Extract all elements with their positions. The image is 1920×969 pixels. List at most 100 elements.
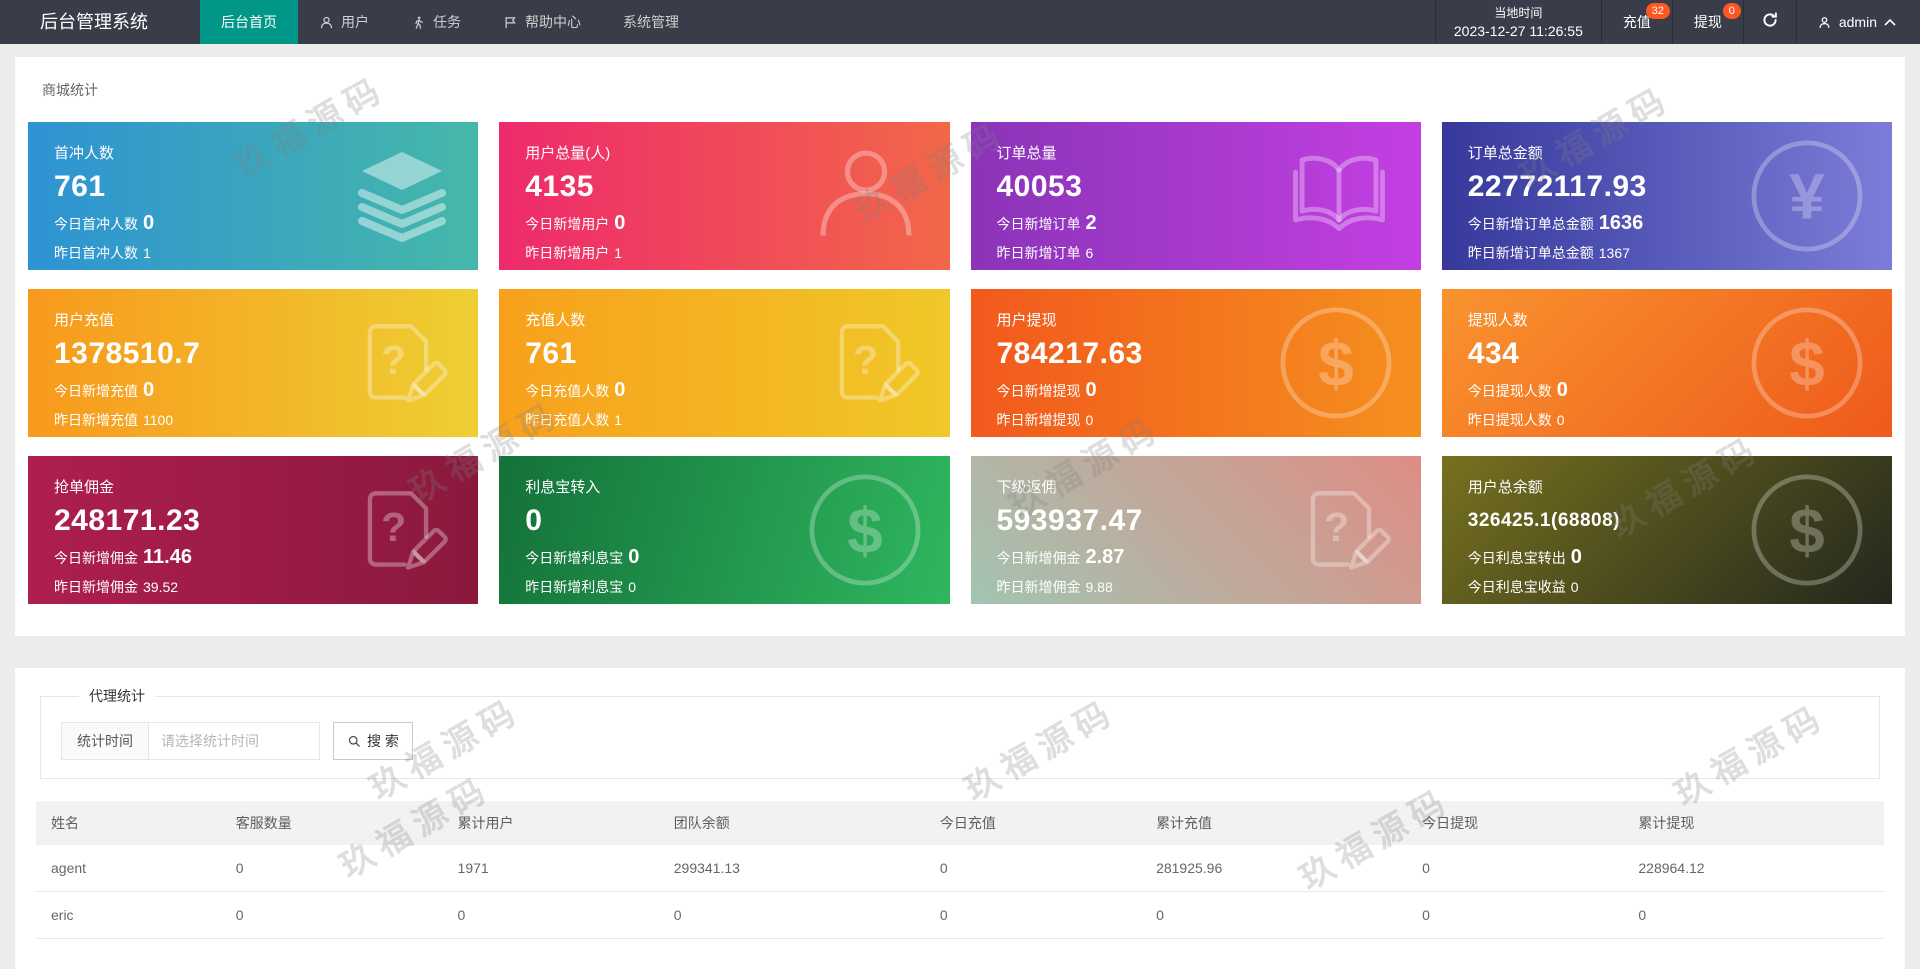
dollar-icon: $ (1748, 304, 1866, 422)
table-cell: 0 (221, 892, 443, 939)
stat-card: 用户提现784217.63今日新增提现0昨日新增提现0$ (971, 289, 1421, 437)
table-cell: 0 (1141, 892, 1407, 939)
local-time-label: 当地时间 (1454, 5, 1583, 22)
nav-item-label: 任务 (433, 12, 461, 32)
nav-action-0[interactable]: 充值32 (1601, 0, 1672, 44)
table-cell: 0 (221, 845, 443, 892)
yen-icon: ¥ (1748, 137, 1866, 255)
card-yesterday-value: 1 (614, 245, 622, 261)
stat-card: 利息宝转入0今日新增利息宝0昨日新增利息宝0$ (499, 456, 949, 604)
table-cell: 0 (1407, 892, 1623, 939)
nav-item-1[interactable]: 用户 (298, 0, 390, 44)
chevron-up-icon (1884, 18, 1896, 26)
agent-table-head: 姓名客服数量累计用户团队余额今日充值累计充值今日提现累计提现 (36, 801, 1884, 845)
nav-action-1[interactable]: 提现0 (1672, 0, 1743, 44)
stat-card: 用户总量(人)4135今日新增用户0昨日新增用户1 (499, 122, 949, 270)
card-yesterday-line: 昨日首冲人数1 (54, 243, 452, 263)
svg-text:$: $ (1789, 494, 1824, 566)
table-column-header: 今日充值 (925, 801, 1141, 845)
stat-card: 首冲人数761今日首冲人数0昨日首冲人数1 (28, 122, 478, 270)
nav-action-label: 充值 (1623, 14, 1651, 30)
card-yesterday-value: 0 (1086, 412, 1094, 428)
card-today-value: 0 (1571, 546, 1582, 568)
table-column-header: 今日提现 (1407, 801, 1623, 845)
table-column-header: 客服数量 (221, 801, 443, 845)
card-today-value: 0 (628, 546, 639, 568)
table-cell: 0 (659, 892, 925, 939)
table-cell: 1971 (443, 845, 659, 892)
local-time: 当地时间 2023-12-27 11:26:55 (1435, 0, 1601, 44)
svg-text:?: ? (381, 337, 406, 383)
table-cell: 281925.96 (1141, 845, 1407, 892)
nav-item-0[interactable]: 后台首页 (200, 0, 298, 44)
doc-edit-icon: ? (344, 476, 452, 584)
nav-item-2[interactable]: 任务 (390, 0, 482, 44)
table-cell: eric (36, 892, 221, 939)
table-row: eric0000000 (36, 892, 1884, 939)
card-today-value: 0 (1557, 379, 1568, 401)
card-today-value: 1636 (1599, 212, 1644, 234)
stat-card: 提现人数434今日提现人数0昨日提现人数0$ (1442, 289, 1892, 437)
search-button[interactable]: 搜 索 (333, 722, 413, 760)
book-icon (1283, 146, 1395, 246)
agent-panel: 代理统计 统计时间 搜 索 姓名客服数量累计用户团队余额今日充值累计充值今日提现… (15, 668, 1905, 969)
table-cell: 0 (925, 892, 1141, 939)
table-column-header: 累计提现 (1623, 801, 1884, 845)
nav-item-label: 后台首页 (221, 12, 277, 32)
dollar-icon: $ (806, 471, 924, 589)
filter-row: 统计时间 搜 索 (61, 722, 1859, 760)
user-icon (1817, 15, 1832, 30)
agent-fieldset: 代理统计 统计时间 搜 索 (40, 686, 1880, 779)
card-today-value: 0 (1086, 379, 1097, 401)
card-yesterday-value: 39.52 (143, 579, 178, 595)
refresh-button[interactable] (1743, 0, 1796, 44)
search-button-label: 搜 索 (367, 731, 399, 751)
agent-table: 姓名客服数量累计用户团队余额今日充值累计充值今日提现累计提现 agent0197… (36, 801, 1884, 939)
nav-action-badge: 32 (1646, 3, 1670, 19)
stat-card: 抢单佣金248171.23今日新增佣金11.46昨日新增佣金39.52? (28, 456, 478, 604)
card-yesterday-value: 1 (143, 245, 151, 261)
stat-card: 下级返佣593937.47今日新增佣金2.87昨日新增佣金9.88? (971, 456, 1421, 604)
flag-icon (503, 15, 518, 30)
card-yesterday-line: 昨日新增订单6 (997, 243, 1395, 263)
agent-panel-legend: 代理统计 (79, 686, 155, 706)
stat-time-input[interactable] (148, 722, 320, 760)
nav-menu: 后台首页 用户 任务 帮助中心系统管理 (200, 0, 700, 44)
card-yesterday-value: 0 (1557, 412, 1565, 428)
svg-text:¥: ¥ (1789, 160, 1825, 232)
admin-menu[interactable]: admin (1796, 0, 1920, 44)
nav-item-4[interactable]: 系统管理 (602, 0, 700, 44)
doc-edit-icon: ? (816, 309, 924, 417)
card-today-value: 0 (143, 379, 154, 401)
user-icon (319, 15, 334, 30)
card-yesterday-value: 6 (1086, 245, 1094, 261)
table-row: agent01971299341.130281925.960228964.12 (36, 845, 1884, 892)
dollar-icon: $ (1277, 304, 1395, 422)
table-column-header: 累计充值 (1141, 801, 1407, 845)
nav-actions: 充值32提现0 (1601, 0, 1743, 44)
card-today-value: 2.87 (1086, 546, 1125, 568)
nav-action-badge: 0 (1723, 3, 1741, 19)
svg-text:$: $ (847, 494, 882, 566)
nav-right: 当地时间 2023-12-27 11:26:55 充值32提现0 admin (1435, 0, 1920, 44)
local-time-value: 2023-12-27 11:26:55 (1454, 22, 1583, 41)
card-today-value: 0 (143, 212, 154, 234)
table-cell: 0 (925, 845, 1141, 892)
nav-item-3[interactable]: 帮助中心 (482, 0, 602, 44)
layers-icon (352, 146, 452, 246)
table-cell: agent (36, 845, 221, 892)
card-today-value: 2 (1086, 212, 1097, 234)
walker-icon (411, 15, 426, 30)
stat-time-label: 统计时间 (61, 722, 149, 760)
card-yesterday-value: 9.88 (1086, 579, 1113, 595)
stats-cards: 首冲人数761今日首冲人数0昨日首冲人数1用户总量(人)4135今日新增用户0昨… (28, 122, 1892, 604)
svg-text:$: $ (1318, 327, 1353, 399)
table-cell: 0 (443, 892, 659, 939)
search-icon (347, 734, 362, 749)
person-icon (808, 138, 924, 254)
card-yesterday-value: 0 (1571, 579, 1579, 595)
app-title: 后台管理系统 (0, 0, 200, 44)
stat-card: 用户总余额326425.1(68808)今日利息宝转出0今日利息宝收益0$ (1442, 456, 1892, 604)
card-yesterday-value: 1 (614, 412, 622, 428)
stat-card: 充值人数761今日充值人数0昨日充值人数1? (499, 289, 949, 437)
